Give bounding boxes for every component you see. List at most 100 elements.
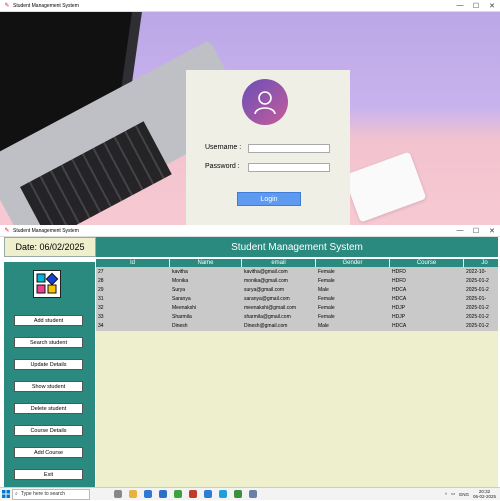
table-row[interactable]: 28 Monika monika@gmail.com Female HDFD 2… <box>96 276 498 285</box>
cell-name: Saranya <box>172 295 191 302</box>
cell-gender: Female <box>318 268 335 275</box>
search-placeholder: Type here to search <box>20 491 66 497</box>
show-student-button[interactable]: Show student <box>14 381 83 392</box>
delete-student-button[interactable]: Delete student <box>14 403 83 414</box>
column-header-name[interactable]: Name <box>170 259 242 267</box>
taskbar: ⌕ Type here to search ^ ▭ ENG 20:32 06-0… <box>0 487 500 500</box>
column-header-gender[interactable]: Gender <box>316 259 390 267</box>
update-details-button[interactable]: Update Details <box>14 359 83 370</box>
file-explorer-icon[interactable] <box>129 490 137 498</box>
cell-course: HDJP <box>392 313 406 320</box>
phone-object <box>343 151 427 223</box>
maximize-icon[interactable]: ☐ <box>468 227 484 235</box>
close-icon[interactable]: ✕ <box>484 2 500 10</box>
login-window: ✎ Student Management System — ☐ ✕ Userna… <box>0 0 500 225</box>
cell-id: 31 <box>98 295 104 302</box>
column-header-course[interactable]: Course <box>390 259 464 267</box>
main-window-title: Student Management System <box>13 227 79 234</box>
column-header-id[interactable]: Id <box>96 259 170 267</box>
table-row[interactable]: 32 Meenakshi meenakshi@gmail.com Female … <box>96 303 498 312</box>
network-icon[interactable]: ▭ <box>451 491 455 497</box>
cell-joined: 2025-01-2 <box>466 313 489 320</box>
vscode-icon[interactable] <box>219 490 227 498</box>
app-logo-icon <box>33 270 61 298</box>
column-header-email[interactable]: email <box>242 259 316 267</box>
cell-joined: 2025-01- <box>466 295 487 302</box>
cell-id: 32 <box>98 304 104 311</box>
username-label: Username : <box>205 144 242 151</box>
main-window: ✎ Student Management System — ☐ ✕ Date: … <box>0 225 500 487</box>
cell-gender: Female <box>318 313 335 320</box>
table-row[interactable]: 29 Surya surya@gmail.com Male HDCA 2025-… <box>96 285 498 294</box>
word-icon[interactable] <box>204 490 212 498</box>
user-avatar-icon <box>242 79 288 125</box>
mail-icon[interactable] <box>189 490 197 498</box>
cell-joined: 2025-01-2 <box>466 277 489 284</box>
cell-email: saranya@gmail.com <box>244 295 290 302</box>
cell-gender: Female <box>318 277 335 284</box>
taskbar-search-input[interactable]: ⌕ Type here to search <box>12 488 90 500</box>
username-input[interactable] <box>248 144 330 153</box>
vscode-icon[interactable] <box>159 490 167 498</box>
table-row[interactable]: 33 Sharmila sharmila@gmail.com Female HD… <box>96 312 498 321</box>
sidebar: Add student Search student Update Detail… <box>4 262 95 487</box>
clock[interactable]: 20:32 06-02-2025 <box>473 489 496 499</box>
cell-name: Meenakshi <box>172 304 197 311</box>
table-row[interactable]: 27 kavitha kavitha@gmail.com Female HDFD… <box>96 267 498 276</box>
minimize-icon[interactable]: — <box>452 2 468 9</box>
login-window-title: Student Management System <box>13 2 79 9</box>
windows-start-icon[interactable] <box>0 488 12 501</box>
search-student-button[interactable]: Search student <box>14 337 83 348</box>
cell-email: meenakshi@gmail.com <box>244 304 297 311</box>
page-title: Student Management System <box>96 237 498 257</box>
cell-id: 27 <box>98 268 104 275</box>
cell-course: HDCA <box>392 322 407 329</box>
cell-email: monika@gmail.com <box>244 277 288 284</box>
cell-joined: 2025-01-2 <box>466 286 489 293</box>
cell-joined: 2025-01-2 <box>466 322 489 329</box>
language-indicator[interactable]: ENG <box>459 492 469 497</box>
password-label: Password : <box>205 163 240 170</box>
edge-browser-icon[interactable] <box>144 490 152 498</box>
chrome-icon[interactable] <box>174 490 182 498</box>
add-student-button[interactable]: Add student <box>14 315 83 326</box>
password-input[interactable] <box>248 163 330 172</box>
cell-joined: 2022-10- <box>466 268 487 275</box>
exit-button[interactable]: Exit <box>14 469 83 480</box>
add-course-button[interactable]: Add Course <box>14 447 83 458</box>
table-body: 27 kavitha kavitha@gmail.com Female HDFD… <box>96 267 498 331</box>
cell-email: surya@gmail.com <box>244 286 285 293</box>
python-icon[interactable] <box>249 490 257 498</box>
tray-chevron-icon[interactable]: ^ <box>445 492 447 497</box>
cell-gender: Female <box>318 304 335 311</box>
task-view-icon[interactable] <box>114 490 122 498</box>
app-feather-icon: ✎ <box>4 228 10 234</box>
cell-course: HDFD <box>392 277 406 284</box>
table-row[interactable]: 31 Saranya saranya@gmail.com Female HDCA… <box>96 294 498 303</box>
app-feather-icon: ✎ <box>4 3 10 9</box>
cell-gender: Male <box>318 322 329 329</box>
cell-course: HDCA <box>392 286 407 293</box>
column-header-joined[interactable]: Jo <box>464 259 498 267</box>
table-row[interactable]: 34 Dinesh Dinesh@gmail.com Male HDCA 202… <box>96 321 498 330</box>
chrome-icon[interactable] <box>234 490 242 498</box>
login-titlebar[interactable]: ✎ Student Management System — ☐ ✕ <box>0 0 500 12</box>
date-display: Date: 06/02/2025 <box>4 237 96 257</box>
cell-email: sharmila@gmail.com <box>244 313 291 320</box>
main-titlebar[interactable]: ✎ Student Management System — ☐ ✕ <box>0 225 500 237</box>
cell-gender: Female <box>318 295 335 302</box>
student-table: Id Name email Gender Course Jo 27 kavith… <box>96 259 498 487</box>
close-icon[interactable]: ✕ <box>484 227 500 235</box>
course-details-button[interactable]: Course Details <box>14 425 83 436</box>
cell-course: HDFD <box>392 268 406 275</box>
cell-name: Monika <box>172 277 189 284</box>
maximize-icon[interactable]: ☐ <box>468 2 484 10</box>
table-header: Id Name email Gender Course Jo <box>96 259 498 267</box>
cell-email: Dinesh@gmail.com <box>244 322 288 329</box>
cell-name: kavitha <box>172 268 188 275</box>
login-background-image: Username : Password : Login <box>0 12 500 225</box>
login-button[interactable]: Login <box>237 192 301 206</box>
minimize-icon[interactable]: — <box>452 227 468 234</box>
cell-course: HDCA <box>392 295 407 302</box>
login-panel: Username : Password : Login <box>186 70 350 225</box>
